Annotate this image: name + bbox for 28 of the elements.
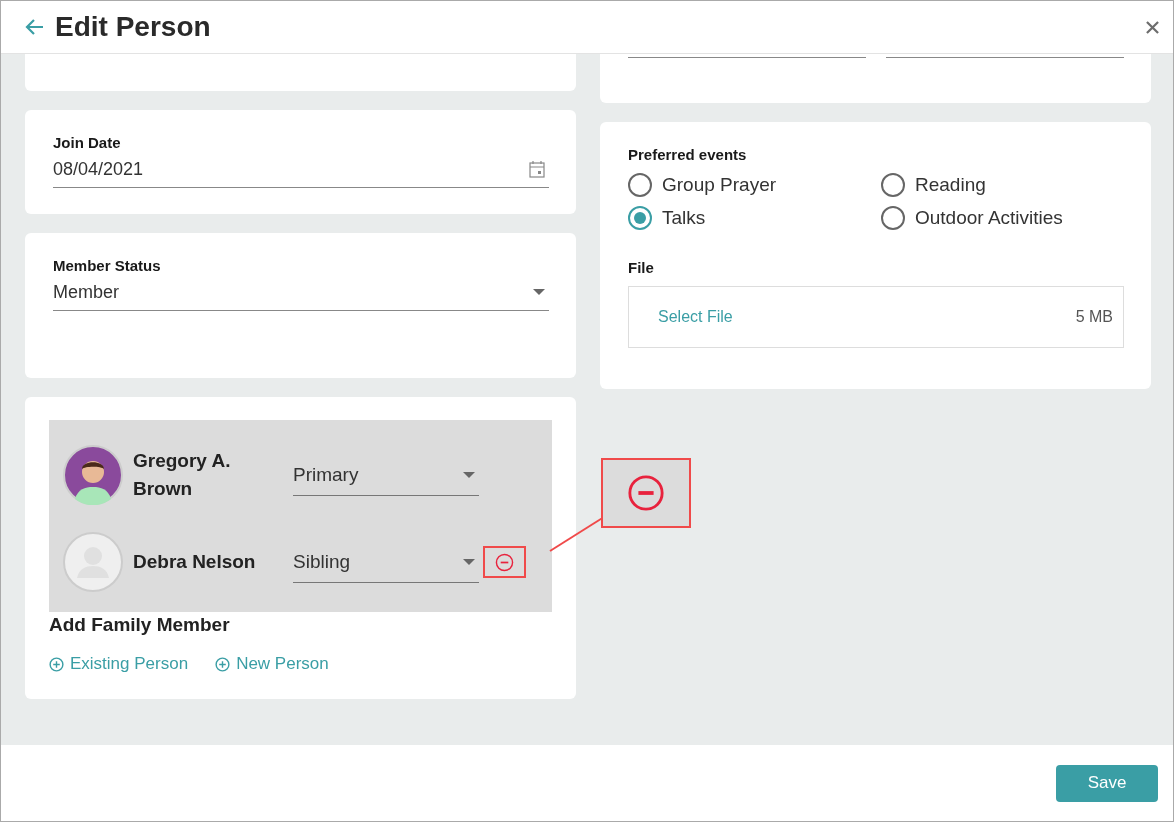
field-label: Join Date xyxy=(53,134,122,151)
radio-option[interactable]: Group Prayer xyxy=(628,171,881,198)
member-name: Debra Nelson xyxy=(133,550,257,574)
remove-icon[interactable] xyxy=(494,552,514,572)
radio-option[interactable]: Talks xyxy=(628,204,881,231)
caret-icon xyxy=(463,471,475,478)
avatar-placeholder-icon xyxy=(63,532,123,592)
avatar-icon xyxy=(63,445,123,505)
field-label: File xyxy=(628,259,655,276)
close-icon[interactable] xyxy=(1146,20,1159,34)
caret-icon xyxy=(533,289,545,295)
status-dropdown[interactable]: Member xyxy=(53,274,549,311)
relation-dropdown[interactable]: Primary xyxy=(293,454,479,496)
date-field[interactable]: 08/04/2021 xyxy=(53,151,549,188)
page-title: Edit Person xyxy=(55,11,212,43)
remove-icon xyxy=(627,474,665,512)
member-name: Gregory A. Brown xyxy=(133,449,232,501)
caret-icon xyxy=(463,558,475,565)
plus-circle-icon xyxy=(215,656,231,672)
field-label: Member Status xyxy=(53,257,162,274)
field-label: Preferred events xyxy=(628,146,748,163)
plus-circle-icon xyxy=(49,656,64,672)
section-heading: Add Family Member xyxy=(49,614,231,636)
radio-option[interactable]: Outdoor Activities xyxy=(881,204,1124,231)
calendar-icon[interactable] xyxy=(529,160,545,178)
radio-option[interactable]: Reading xyxy=(881,171,1124,198)
file-size-limit: 5 MB xyxy=(1075,308,1113,326)
relation-dropdown[interactable]: Sibling xyxy=(293,541,479,583)
